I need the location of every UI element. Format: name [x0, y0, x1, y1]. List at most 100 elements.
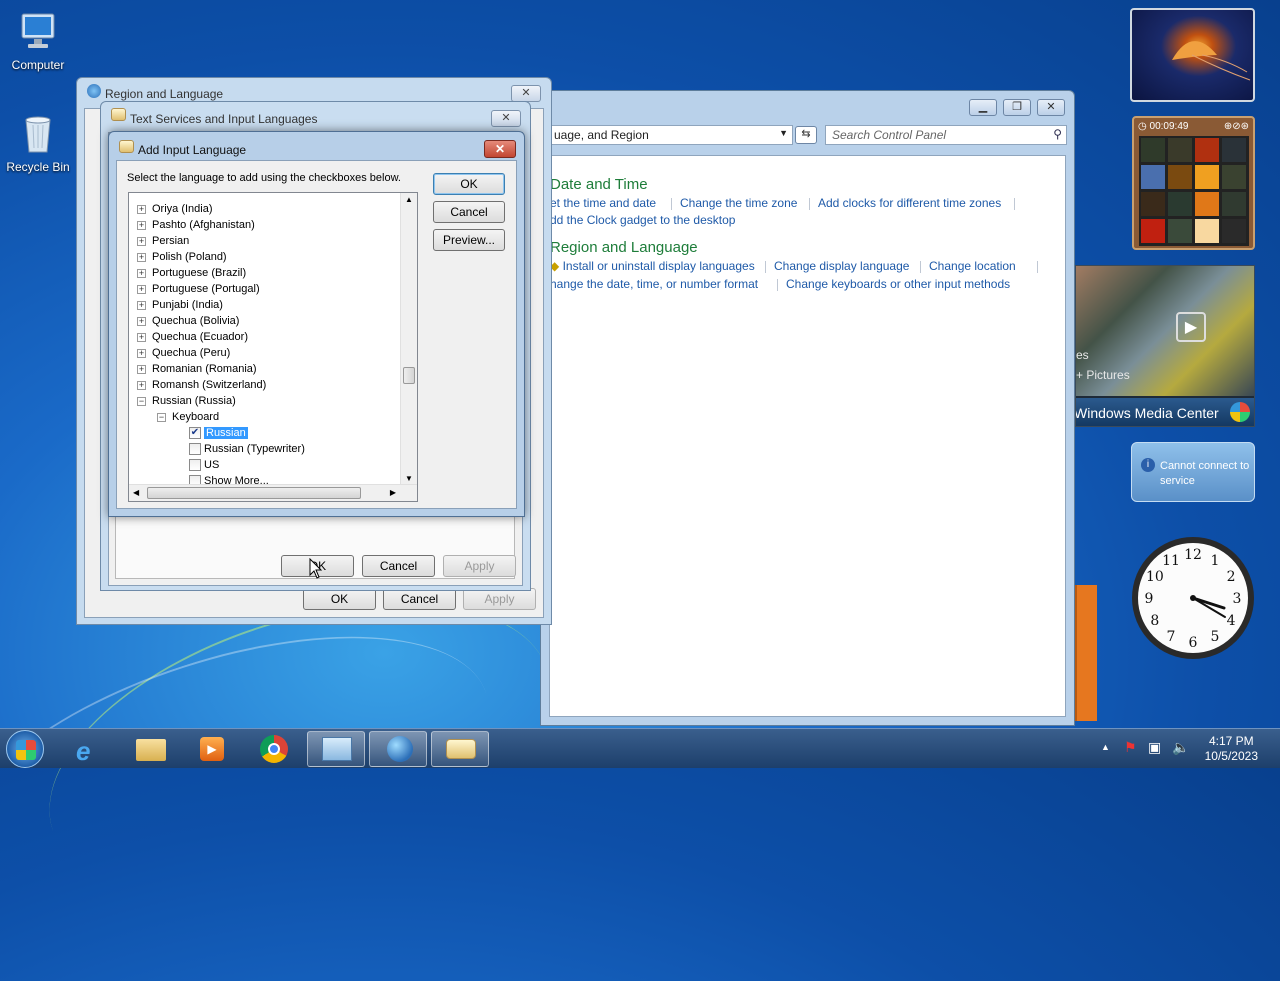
- minimize-button[interactable]: ▁: [969, 99, 997, 116]
- puzzle-tile[interactable]: [1221, 137, 1247, 163]
- weather-gadget[interactable]: i Cannot connect to service: [1131, 442, 1255, 502]
- media-pictures-label[interactable]: + Pictures: [1076, 368, 1130, 382]
- tree-item-language[interactable]: + Quechua (Peru): [137, 345, 230, 361]
- link-change-location[interactable]: Change location: [929, 259, 1016, 273]
- taskbar-internet-explorer[interactable]: e: [60, 731, 118, 767]
- tree-item-language[interactable]: + Romansh (Switzerland): [137, 377, 266, 393]
- horizontal-scrollbar[interactable]: ◀ ▶: [129, 484, 417, 501]
- puzzle-tile[interactable]: [1140, 137, 1166, 163]
- link-change-display-language[interactable]: Change display language: [774, 259, 909, 273]
- cancel-button[interactable]: Cancel: [362, 555, 435, 577]
- puzzle-grid[interactable]: [1139, 136, 1249, 246]
- puzzle-tile[interactable]: [1167, 164, 1193, 190]
- scroll-left-icon[interactable]: ◀: [133, 488, 139, 497]
- scroll-thumb[interactable]: [147, 487, 361, 499]
- vertical-scrollbar[interactable]: ▲ ▼: [400, 193, 417, 485]
- category-title-date-time[interactable]: Date and Time: [550, 176, 648, 193]
- ok-button[interactable]: OK: [433, 173, 505, 195]
- media-center-bar[interactable]: Windows Media Center: [1076, 398, 1254, 426]
- puzzle-tile[interactable]: [1167, 137, 1193, 163]
- address-bar[interactable]: uage, and Region ▼: [549, 125, 793, 145]
- expand-icon[interactable]: +: [137, 300, 146, 310]
- taskbar-chrome[interactable]: [246, 731, 304, 767]
- expand-icon[interactable]: +: [137, 380, 146, 390]
- puzzle-tile[interactable]: [1140, 191, 1166, 217]
- puzzle-tile[interactable]: [1194, 218, 1220, 244]
- expand-icon[interactable]: +: [137, 284, 146, 294]
- close-button[interactable]: ✕: [511, 85, 541, 102]
- tree-item-language[interactable]: + Portuguese (Brazil): [137, 265, 246, 281]
- puzzle-tile[interactable]: [1221, 164, 1247, 190]
- tree-item-language[interactable]: + Punjabi (India): [137, 297, 223, 313]
- taskbar-text-services[interactable]: [431, 731, 489, 767]
- action-center-icon[interactable]: ⚑: [1124, 739, 1137, 756]
- taskbar-windows-explorer[interactable]: [122, 731, 180, 767]
- close-button[interactable]: ✕: [484, 140, 516, 158]
- apply-button[interactable]: Apply: [443, 555, 516, 577]
- taskbar-clock[interactable]: 4:17 PM 10/5/2023: [1205, 734, 1258, 764]
- start-button[interactable]: [6, 730, 44, 768]
- expand-icon[interactable]: +: [137, 364, 146, 374]
- close-button[interactable]: ✕: [1037, 99, 1065, 116]
- expand-icon[interactable]: +: [137, 220, 146, 230]
- keyboard-item-us[interactable]: US: [189, 457, 219, 473]
- cancel-button[interactable]: Cancel: [383, 588, 456, 610]
- link-add-clocks[interactable]: Add clocks for different time zones: [818, 196, 1001, 210]
- puzzle-tile[interactable]: [1194, 191, 1220, 217]
- preview-button[interactable]: Preview...: [433, 229, 505, 251]
- link-add-clock-gadget[interactable]: dd the Clock gadget to the desktop: [550, 213, 735, 227]
- desktop-icon-recycle-bin[interactable]: Recycle Bin: [0, 112, 76, 174]
- tree-item-language[interactable]: + Portuguese (Portugal): [137, 281, 260, 297]
- collapse-icon[interactable]: −: [137, 396, 146, 406]
- apply-button[interactable]: Apply: [463, 588, 536, 610]
- puzzle-tile[interactable]: [1221, 191, 1247, 217]
- puzzle-controls-icon[interactable]: ⊕⊘⊛: [1224, 121, 1249, 132]
- expand-icon[interactable]: +: [137, 204, 146, 214]
- expand-icon[interactable]: +: [137, 252, 146, 262]
- search-input[interactable]: Search Control Panel ⚲: [825, 125, 1067, 145]
- expand-icon[interactable]: +: [137, 348, 146, 358]
- puzzle-tile[interactable]: [1167, 218, 1193, 244]
- keyboard-item-russian-typewriter[interactable]: Russian (Typewriter): [189, 441, 305, 457]
- link-change-date-format[interactable]: hange the date, time, or number format: [550, 277, 758, 291]
- taskbar-control-panel[interactable]: [307, 731, 365, 767]
- collapse-icon[interactable]: −: [157, 412, 166, 422]
- volume-icon[interactable]: 🔈: [1172, 739, 1189, 756]
- media-center-gadget[interactable]: ▶ es + Pictures Windows Media Center: [1075, 265, 1255, 427]
- ok-button[interactable]: OK: [303, 588, 376, 610]
- expand-icon[interactable]: +: [137, 268, 146, 278]
- category-title-region-language[interactable]: Region and Language: [550, 239, 698, 256]
- scroll-right-icon[interactable]: ▶: [390, 488, 396, 497]
- expand-icon[interactable]: +: [137, 316, 146, 326]
- tree-item-language[interactable]: + Persian: [137, 233, 189, 249]
- keyboard-item-russian[interactable]: ✔ Russian: [189, 425, 248, 441]
- tree-item-language[interactable]: + Pashto (Afghanistan): [137, 217, 255, 233]
- play-icon[interactable]: ▶: [1176, 312, 1206, 342]
- show-hidden-icons[interactable]: ▲: [1101, 742, 1110, 752]
- tree-item-language[interactable]: + Oriya (India): [137, 201, 213, 217]
- link-change-time-zone[interactable]: Change the time zone: [680, 196, 797, 210]
- network-icon[interactable]: ▣: [1148, 739, 1161, 756]
- link-install-languages[interactable]: ◆ Install or uninstall display languages: [550, 259, 755, 273]
- language-tree[interactable]: + Oriya (India) + Pashto (Afghanistan) + Pers…: [128, 192, 418, 502]
- expand-icon[interactable]: +: [137, 332, 146, 342]
- scroll-up-icon[interactable]: ▲: [405, 195, 413, 204]
- puzzle-tile[interactable]: [1140, 218, 1166, 244]
- expand-icon[interactable]: +: [137, 236, 146, 246]
- maximize-button[interactable]: ❐: [1003, 99, 1031, 116]
- tree-item-language[interactable]: + Quechua (Bolivia): [137, 313, 239, 329]
- link-change-keyboards[interactable]: Change keyboards or other input methods: [786, 277, 1010, 291]
- puzzle-tile[interactable]: [1167, 191, 1193, 217]
- link-set-time-date[interactable]: et the time and date: [550, 196, 656, 210]
- notes-gadget-edge[interactable]: [1075, 585, 1097, 721]
- slideshow-gadget[interactable]: [1130, 8, 1255, 102]
- tree-item-language[interactable]: + Romanian (Romania): [137, 361, 257, 377]
- tree-item-language[interactable]: + Polish (Poland): [137, 249, 227, 265]
- scroll-thumb[interactable]: [403, 367, 415, 384]
- desktop-icon-computer[interactable]: Computer: [0, 10, 76, 72]
- tree-item-keyboard[interactable]: − Keyboard: [157, 409, 219, 425]
- puzzle-tile[interactable]: [1194, 137, 1220, 163]
- puzzle-tile[interactable]: [1221, 218, 1247, 244]
- checkbox[interactable]: [189, 459, 201, 471]
- chevron-down-icon[interactable]: ▼: [779, 128, 788, 138]
